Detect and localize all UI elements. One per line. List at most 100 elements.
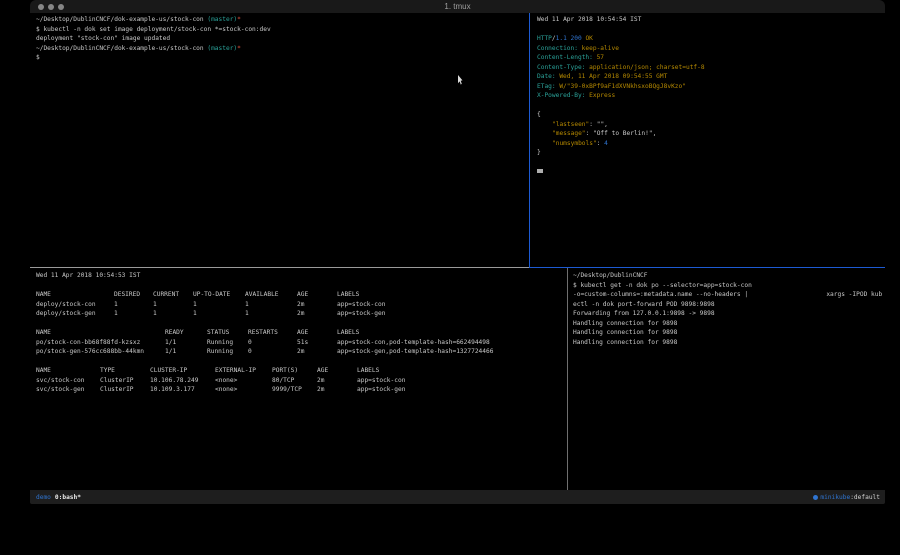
- pane-divider-vertical-bottom[interactable]: [567, 268, 568, 490]
- table-cell: Running: [207, 347, 248, 357]
- table-cell: deploy/stock-gen: [36, 309, 114, 319]
- table-cell: <none>: [215, 376, 272, 386]
- header-value: W/"39-0xBPf9aF1dXVNkhsxoBQgJ8vKzo": [559, 83, 686, 90]
- table-cell: 1: [193, 300, 245, 310]
- blank-line: [537, 158, 881, 168]
- table-cell: 2m: [297, 347, 337, 357]
- header-value: Wed, 11 Apr 2018 09:54:55 GMT: [559, 73, 667, 80]
- pane-top-right[interactable]: Wed 11 Apr 2018 10:54:54 IST HTTP/1.1 20…: [537, 15, 881, 177]
- table-cell: 0: [248, 338, 297, 348]
- table-cell: 2m: [317, 385, 357, 395]
- column-header: LABELS: [337, 328, 564, 338]
- timestamp: Wed 11 Apr 2018 10:54:54 IST: [537, 15, 881, 25]
- shell-prompt: $: [36, 53, 526, 63]
- header-name: Content-Type:: [537, 64, 585, 71]
- json-colon: :: [589, 121, 596, 128]
- column-header: STATUS: [207, 328, 248, 338]
- table-cell: 2m: [297, 300, 337, 310]
- json-key: "lastseen": [552, 121, 589, 128]
- header-name: Connection:: [537, 45, 578, 52]
- mouse-cursor: [458, 75, 465, 85]
- table-cell: app=stock-gen: [357, 385, 564, 395]
- session-name[interactable]: demo: [36, 494, 51, 501]
- table-cell: Running: [207, 338, 248, 348]
- json-field: "lastseen": "",: [537, 120, 881, 130]
- http-header: Content-Type:application/json; charset=u…: [537, 63, 881, 73]
- column-header: NAME: [36, 290, 114, 300]
- json-value: "",: [597, 121, 608, 128]
- table-cell: 9999/TCP: [272, 385, 317, 395]
- blank-line: [36, 281, 564, 291]
- header-value: keep-alive: [582, 45, 619, 52]
- pane-divider-horizontal-left[interactable]: [30, 267, 529, 268]
- pane-bottom-right[interactable]: ~/Desktop/DublinCNCF $ kubectl get -n do…: [573, 270, 882, 347]
- table-cell: po/stock-con-bb68f88fd-kzsxz: [36, 338, 165, 348]
- command-line: $ kubectl -n dok set image deployment/st…: [36, 25, 526, 35]
- prompt-line: ~/Desktop/DublinCNCF/dok-example-us/stoc…: [36, 44, 526, 54]
- pods-table: NAME READY STATUS RESTARTS AGE LABELS po…: [36, 328, 564, 357]
- column-header: CLUSTER-IP: [150, 366, 215, 376]
- table-cell: 1: [245, 300, 297, 310]
- table-cell: 10.109.3.177: [150, 385, 215, 395]
- terminal-line: Handling connection for 9898: [573, 328, 882, 338]
- header-value: Express: [589, 92, 615, 99]
- git-branch: (master): [207, 45, 237, 52]
- table-cell: 1: [245, 309, 297, 319]
- terminal-line: $ kubectl get -n dok po --selector=app=s…: [573, 281, 882, 291]
- pane-top-left[interactable]: ~/Desktop/DublinCNCF/dok-example-us/stoc…: [36, 15, 526, 63]
- git-dirty-flag: *: [237, 45, 241, 52]
- table-cell: 1: [114, 309, 153, 319]
- http-header: Date:Wed, 11 Apr 2018 09:54:55 GMT: [537, 72, 881, 82]
- column-header: EXTERNAL-IP: [215, 366, 272, 376]
- window-tab[interactable]: 0:bash*: [55, 494, 81, 501]
- table-cell: app=stock-con,pod-template-hash=66249449…: [337, 338, 564, 348]
- json-value: "Off to Berlin!",: [593, 130, 656, 137]
- table-cell: 0: [248, 347, 297, 357]
- table-cell: 1: [153, 309, 193, 319]
- json-open-brace: {: [537, 110, 881, 120]
- prompt-line: ~/Desktop/DublinCNCF/dok-example-us/stoc…: [36, 15, 526, 25]
- table-cell: svc/stock-con: [36, 376, 100, 386]
- table-cell: ClusterIP: [100, 376, 150, 386]
- http-header: ETag:W/"39-0xBPf9aF1dXVNkhsxoBQgJ8vKzo": [537, 82, 881, 92]
- table-cell: 10.106.78.249: [150, 376, 215, 386]
- kube-namespace: :default: [850, 494, 880, 501]
- column-header: CURRENT: [153, 290, 193, 300]
- pane-divider-horizontal-right[interactable]: [529, 267, 885, 268]
- column-header: AGE: [297, 328, 337, 338]
- terminal-cursor: [537, 169, 543, 173]
- deployments-table: NAME DESIRED CURRENT UP-TO-DATE AVAILABL…: [36, 290, 564, 319]
- column-header: NAME: [36, 328, 165, 338]
- column-header: NAME: [36, 366, 100, 376]
- json-colon: :: [586, 130, 593, 137]
- http-status-line: HTTP/1.1 200 OK: [537, 34, 881, 44]
- pane-bottom-left[interactable]: Wed 11 Apr 2018 10:54:53 IST NAME DESIRE…: [36, 270, 564, 395]
- pane-divider-vertical-top[interactable]: [529, 13, 530, 268]
- table-cell: 1: [114, 300, 153, 310]
- git-dirty-flag: *: [237, 16, 241, 23]
- cursor-line: [537, 167, 881, 177]
- services-table: NAME TYPE CLUSTER-IP EXTERNAL-IP PORT(S)…: [36, 366, 564, 395]
- prompt-path: ~/Desktop/DublinCNCF/dok-example-us/stoc…: [36, 16, 207, 23]
- terminal-window: 1. tmux ~/Desktop/DublinCNCF/dok-example…: [30, 0, 885, 504]
- table-cell: deploy/stock-con: [36, 300, 114, 310]
- timestamp: Wed 11 Apr 2018 10:54:53 IST: [36, 271, 564, 281]
- terminal-line: ectl -n dok port-forward POD 9898:9898: [573, 300, 882, 310]
- terminal-line: -o=custom-columns=:metadata.name --no-he…: [573, 290, 882, 300]
- desktop-background: 1. tmux ~/Desktop/DublinCNCF/dok-example…: [0, 0, 900, 555]
- json-key: "numsymbols": [552, 140, 597, 147]
- column-header: RESTARTS: [248, 328, 297, 338]
- window-title: 1. tmux: [30, 2, 885, 11]
- table-cell: 1/1: [165, 347, 207, 357]
- column-header: AGE: [297, 290, 337, 300]
- tmux-terminal: ~/Desktop/DublinCNCF/dok-example-us/stoc…: [30, 13, 885, 490]
- window-titlebar[interactable]: 1. tmux: [30, 0, 885, 13]
- prompt-path: ~/Desktop/DublinCNCF/dok-example-us/stoc…: [36, 45, 207, 52]
- blank-line: [537, 25, 881, 35]
- http-header: Content-Length:57: [537, 53, 881, 63]
- column-header: AGE: [317, 366, 357, 376]
- header-value: 57: [597, 54, 604, 61]
- table-cell: 2m: [317, 376, 357, 386]
- table-cell: 1/1: [165, 338, 207, 348]
- table-cell: 1: [193, 309, 245, 319]
